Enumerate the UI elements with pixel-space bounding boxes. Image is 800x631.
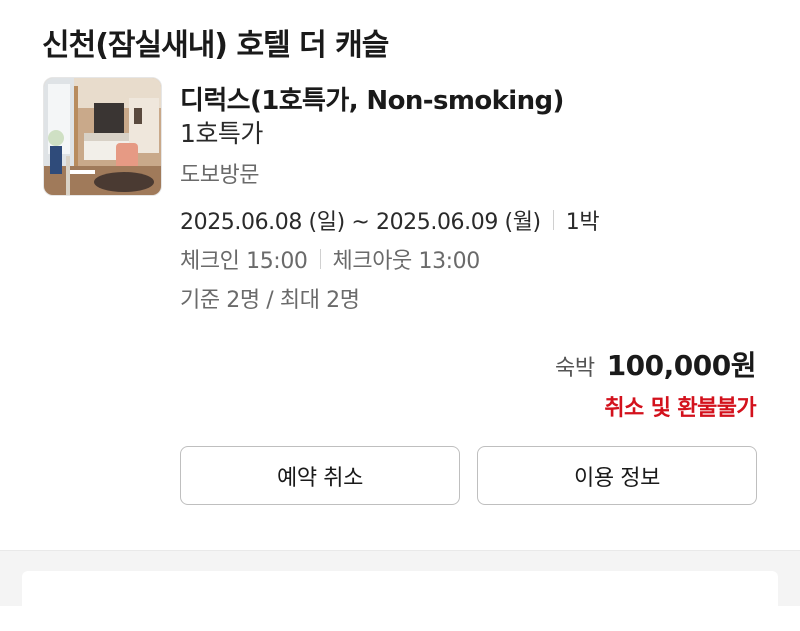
price-label: 숙박	[555, 356, 595, 381]
check-out-time: 체크아웃 13:00	[332, 249, 481, 274]
stay-dates-row: 2025.06.08 (일) ~ 2025.06.09 (월) 1박	[180, 204, 600, 236]
check-in-time: 체크인 15:00	[180, 249, 308, 274]
refund-policy: 취소 및 환불불가	[604, 396, 756, 421]
room-subtitle: 1호특가	[180, 119, 263, 148]
separator	[552, 210, 554, 230]
nights-count: 1박	[565, 210, 600, 235]
separator	[319, 249, 321, 269]
cancel-reservation-button[interactable]: 예약 취소	[180, 446, 460, 505]
usage-info-button[interactable]: 이용 정보	[477, 446, 757, 505]
next-card	[22, 571, 778, 631]
room-name[interactable]: 디럭스(1호특가, Non-smoking)	[180, 80, 564, 117]
hotel-room-photo-icon	[44, 78, 161, 195]
price-row: 숙박 100,000원	[555, 344, 756, 384]
room-thumbnail[interactable]	[43, 77, 162, 196]
price-value: 100,000원	[606, 349, 757, 382]
reservation-card: 신천(잠실새내) 호텔 더 캐슬 디럭스(1호특가, Non-smoking) …	[0, 0, 800, 550]
hotel-name[interactable]: 신천(잠실새내) 호텔 더 캐슬	[42, 20, 389, 64]
occupancy: 기준 2명 / 최대 2명	[180, 288, 360, 313]
check-times-row: 체크인 15:00 체크아웃 13:00	[180, 243, 480, 275]
stay-dates: 2025.06.08 (일) ~ 2025.06.09 (월)	[180, 210, 541, 235]
access-method: 도보방문	[180, 163, 259, 188]
